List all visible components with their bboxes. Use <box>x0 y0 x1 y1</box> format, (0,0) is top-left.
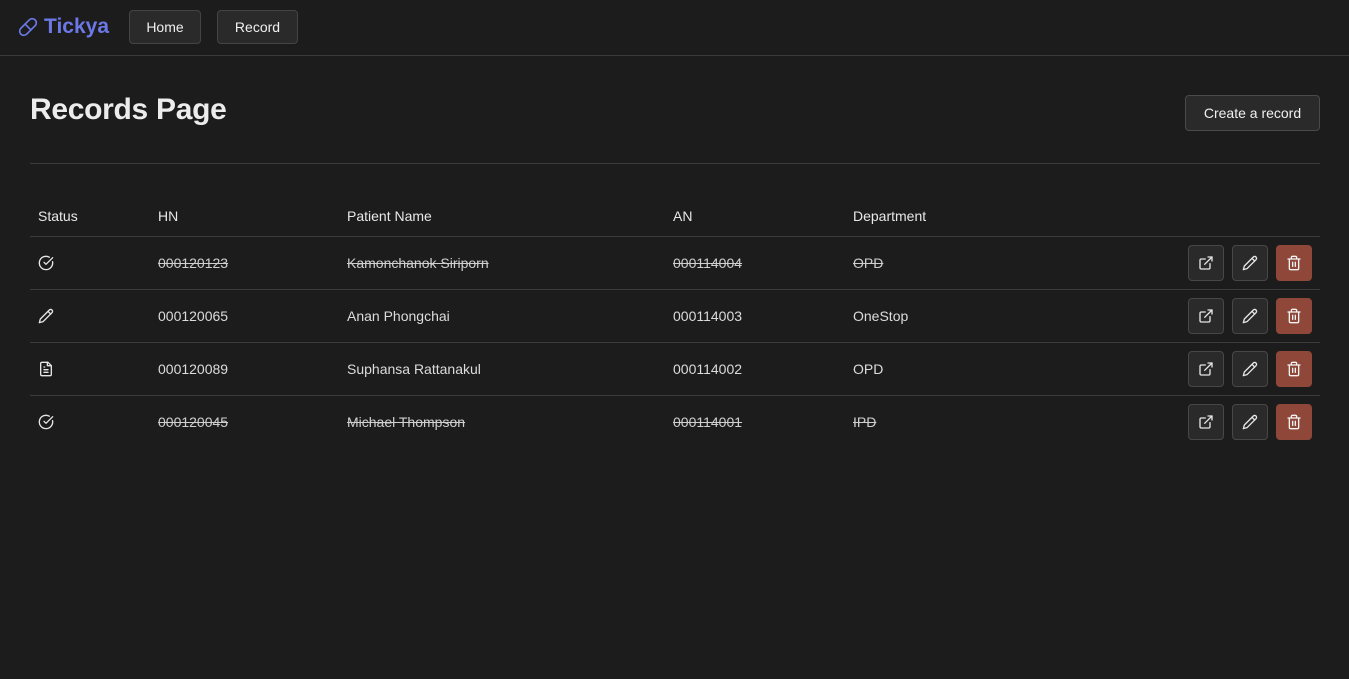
document-icon <box>40 361 52 377</box>
pencil-icon <box>1242 414 1258 430</box>
cell-hn: 000120089 <box>158 361 229 377</box>
open-external-icon <box>1199 415 1213 429</box>
open-record-button[interactable] <box>1188 351 1224 387</box>
open-external-icon <box>1199 362 1213 376</box>
trash-icon <box>1287 361 1301 377</box>
cell-department: OneStop <box>853 308 909 324</box>
open-record-button[interactable] <box>1188 298 1224 334</box>
top-navbar: Tickya Home Record <box>0 0 1349 56</box>
trash-icon <box>1287 255 1301 271</box>
delete-record-button[interactable] <box>1276 298 1312 334</box>
table-row[interactable]: 000120065 Anan Phongchai 000114003 OneSt… <box>30 290 1320 343</box>
column-header-status: Status <box>38 208 78 224</box>
cell-patient-name: Anan Phongchai <box>347 308 450 324</box>
cell-an: 000114004 <box>673 255 743 271</box>
cell-patient-name: Michael Thompson <box>347 414 466 430</box>
edit-record-button[interactable] <box>1232 351 1268 387</box>
pill-icon <box>18 17 38 37</box>
cell-an: 000114001 <box>673 414 743 430</box>
trash-icon <box>1287 308 1301 324</box>
divider <box>30 163 1320 164</box>
cell-patient-name: Suphansa Rattanakul <box>347 361 481 377</box>
create-record-button[interactable]: Create a record <box>1185 95 1320 131</box>
column-header-hn: HN <box>158 208 179 224</box>
delete-record-button[interactable] <box>1276 351 1312 387</box>
table-row[interactable]: 000120089 Suphansa Rattanakul 000114002 … <box>30 343 1320 396</box>
page-title: Records Page <box>30 93 227 126</box>
column-header-an: AN <box>673 208 693 224</box>
table-row[interactable]: 000120123 Kamonchanok Siriporn 000114004… <box>30 237 1320 290</box>
table-row[interactable]: 000120045 Michael Thompson 000114001 IPD <box>30 396 1320 449</box>
delete-record-button[interactable] <box>1276 245 1312 281</box>
open-record-button[interactable] <box>1188 404 1224 440</box>
cell-hn: 000120123 <box>158 255 229 271</box>
edit-record-button[interactable] <box>1232 404 1268 440</box>
column-header-patient-name: Patient Name <box>347 208 432 224</box>
pencil-icon <box>38 308 54 324</box>
table-header: Status HN Patient Name AN Department <box>30 196 1320 237</box>
cell-hn: 000120045 <box>158 414 229 430</box>
open-record-button[interactable] <box>1188 245 1224 281</box>
column-header-department: Department <box>853 208 927 224</box>
pencil-icon <box>1242 308 1258 324</box>
cell-patient-name: Kamonchanok Siriporn <box>347 255 489 271</box>
cell-department: IPD <box>853 414 877 430</box>
brand-name: Tickya <box>44 15 109 38</box>
cell-hn: 000120065 <box>158 308 229 324</box>
edit-record-button[interactable] <box>1232 245 1268 281</box>
records-table: Status HN Patient Name AN Department 000… <box>30 196 1320 449</box>
open-external-icon <box>1199 309 1213 323</box>
open-external-icon <box>1199 256 1213 270</box>
pencil-icon <box>1242 361 1258 377</box>
nav-home-button[interactable]: Home <box>129 10 201 44</box>
nav-record-button[interactable]: Record <box>217 10 298 44</box>
check-circle-icon <box>38 255 54 271</box>
cell-an: 000114003 <box>673 308 743 324</box>
cell-department: OPD <box>853 361 884 377</box>
check-circle-icon <box>38 414 54 430</box>
trash-icon <box>1287 414 1301 430</box>
brand-logo[interactable]: Tickya <box>18 13 109 41</box>
pencil-icon <box>1242 255 1258 271</box>
cell-department: OPD <box>853 255 884 271</box>
delete-record-button[interactable] <box>1276 404 1312 440</box>
edit-record-button[interactable] <box>1232 298 1268 334</box>
cell-an: 000114002 <box>673 361 743 377</box>
